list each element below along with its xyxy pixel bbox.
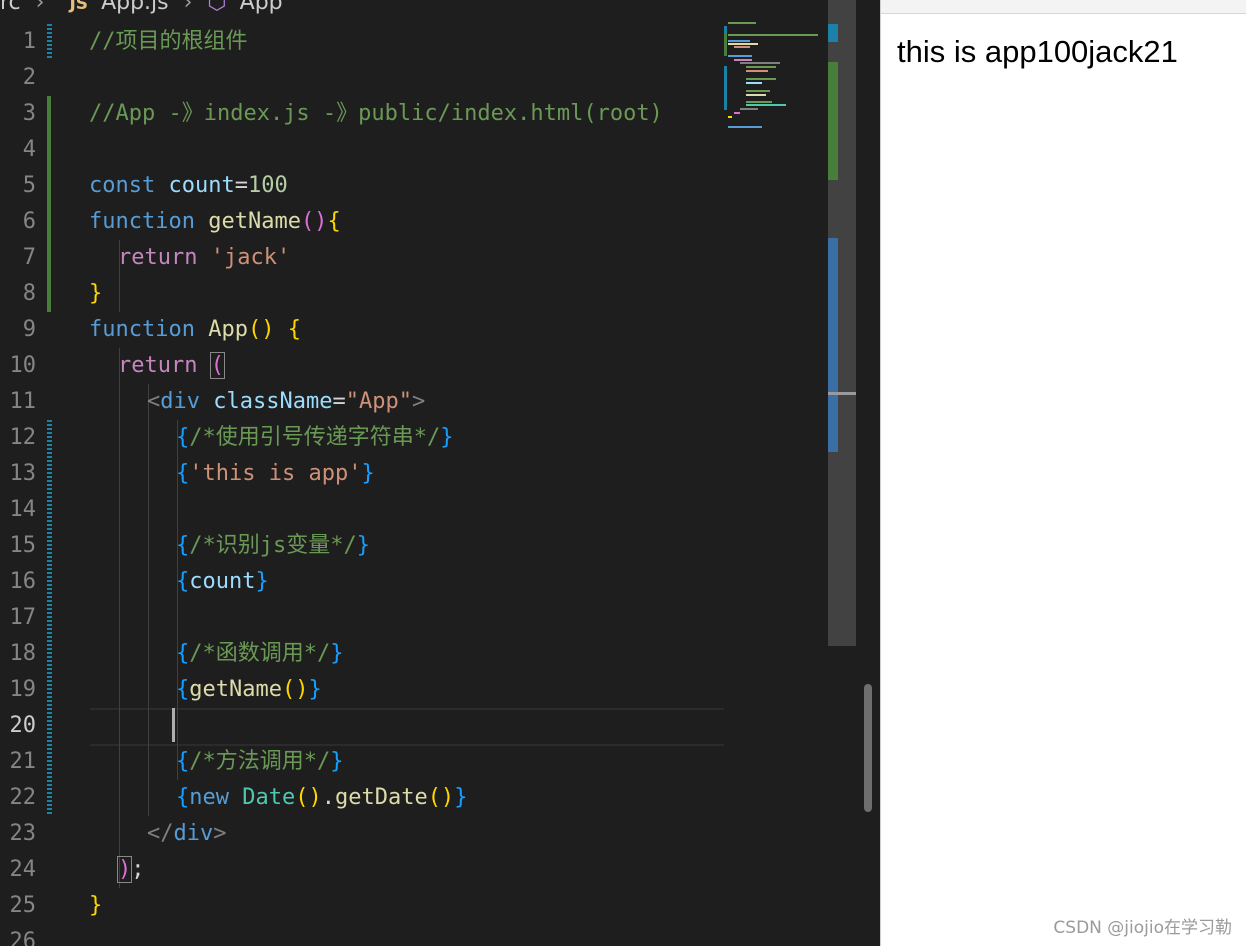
code-line-3: //App -》index.js -》public/index.html(roo… <box>89 101 663 126</box>
line-number: 26 <box>9 929 37 946</box>
code-line-8: } <box>89 281 103 306</box>
app-output-text: this is app100jack21 <box>897 34 1178 69</box>
code-line-1: //项目的根组件 <box>89 29 248 54</box>
line-number: 2 <box>22 65 36 90</box>
current-line-highlight <box>90 708 724 746</box>
git-modified-marker <box>47 420 52 816</box>
csdn-watermark: CSDN @jiojio在学习勒 <box>1053 918 1232 938</box>
code-line-19: {getName()} <box>176 677 322 702</box>
code-line-9: function App() { <box>89 317 301 342</box>
line-number: 6 <box>22 209 36 234</box>
minimap-line <box>746 66 776 68</box>
line-number: 10 <box>9 353 37 378</box>
code-line-18: {/*函数调用*/} <box>176 641 344 666</box>
minimap-line <box>746 90 770 92</box>
line-number: 25 <box>9 893 37 918</box>
breadcrumb-file[interactable]: App.js <box>101 0 169 15</box>
line-number: 19 <box>9 677 37 702</box>
symbol-class-icon: ⬡ <box>207 0 227 15</box>
indent-guide <box>148 384 149 816</box>
minimap-line <box>746 104 786 106</box>
code-line-16: {count} <box>176 569 269 594</box>
minimap-line <box>728 126 762 128</box>
line-number: 13 <box>9 461 37 486</box>
code-line-6: function getName(){ <box>89 209 341 234</box>
minimap-line <box>740 62 780 64</box>
code-line-23: </div> <box>147 821 227 846</box>
code-editor[interactable]: rc › JS App.js › ⬡ App 1 2 3 4 5 6 7 8 9 10 11 12 13… <box>0 0 880 946</box>
text-cursor <box>172 708 175 742</box>
minimap-line <box>746 82 762 84</box>
code-line-11: <div className="App"> <box>147 389 426 414</box>
code-line-12: {/*使用引号传递字符串*/} <box>176 425 454 450</box>
minimap-line <box>728 34 818 36</box>
line-number: 15 <box>9 533 37 558</box>
code-line-25: } <box>89 893 103 918</box>
line-number: 17 <box>9 605 37 630</box>
minimap-line <box>746 101 772 103</box>
minimap-line <box>728 55 752 57</box>
line-number: 1 <box>22 29 36 54</box>
code-line-22: {new Date().getDate()} <box>176 785 468 810</box>
indent-guide <box>119 348 120 888</box>
code-line-13: {'this is app'} <box>176 461 375 486</box>
git-modified-marker <box>47 24 52 60</box>
line-number: 3 <box>22 101 36 126</box>
line-number: 18 <box>9 641 37 666</box>
minimap-line <box>734 46 750 48</box>
breadcrumb-folder[interactable]: rc <box>0 0 21 15</box>
line-number: 23 <box>9 821 37 846</box>
minimap-git-marker <box>724 34 727 56</box>
minimap-line <box>728 43 758 45</box>
line-number: 5 <box>22 173 36 198</box>
chevron-right-icon: › <box>183 0 193 15</box>
minimap[interactable] <box>724 0 828 946</box>
preview-toolbar <box>881 0 1246 14</box>
line-number: 21 <box>9 749 37 774</box>
code-line-5: const count=100 <box>89 173 288 198</box>
minimap-line <box>734 59 752 61</box>
browser-preview: this is app100jack21 CSDN @jiojio在学习勒 <box>880 0 1246 946</box>
line-number: 14 <box>9 497 37 522</box>
minimap-line <box>728 116 732 118</box>
minimap-line <box>746 78 776 80</box>
overview-ruler[interactable] <box>828 0 856 646</box>
line-number: 7 <box>22 245 36 270</box>
line-number: 11 <box>9 389 37 414</box>
minimap-line <box>728 40 750 42</box>
code-line-24: ); <box>116 856 145 883</box>
line-number: 24 <box>9 857 37 882</box>
minimap-line <box>734 112 740 114</box>
code-line-10: return ( <box>118 352 226 379</box>
line-number: 22 <box>9 785 37 810</box>
code-line-15: {/*识别js变量*/} <box>176 533 370 558</box>
line-number: 9 <box>22 317 36 342</box>
vertical-scrollbar-thumb[interactable] <box>864 684 872 812</box>
git-added-marker <box>47 96 51 312</box>
line-number: 8 <box>22 281 36 306</box>
code-line-21: {/*方法调用*/} <box>176 749 344 774</box>
line-number: 20 <box>9 713 37 738</box>
line-number: 4 <box>22 137 36 162</box>
line-number: 12 <box>9 425 37 450</box>
minimap-line <box>728 22 756 24</box>
minimap-line <box>740 108 758 110</box>
minimap-git-marker <box>724 66 727 110</box>
minimap-line <box>746 70 768 72</box>
line-number: 16 <box>9 569 37 594</box>
js-file-icon: JS <box>69 0 89 14</box>
chevron-right-icon: › <box>35 0 45 15</box>
code-line-7: return 'jack' <box>118 245 291 270</box>
minimap-line <box>746 94 766 96</box>
breadcrumb-symbol[interactable]: App <box>240 0 283 15</box>
